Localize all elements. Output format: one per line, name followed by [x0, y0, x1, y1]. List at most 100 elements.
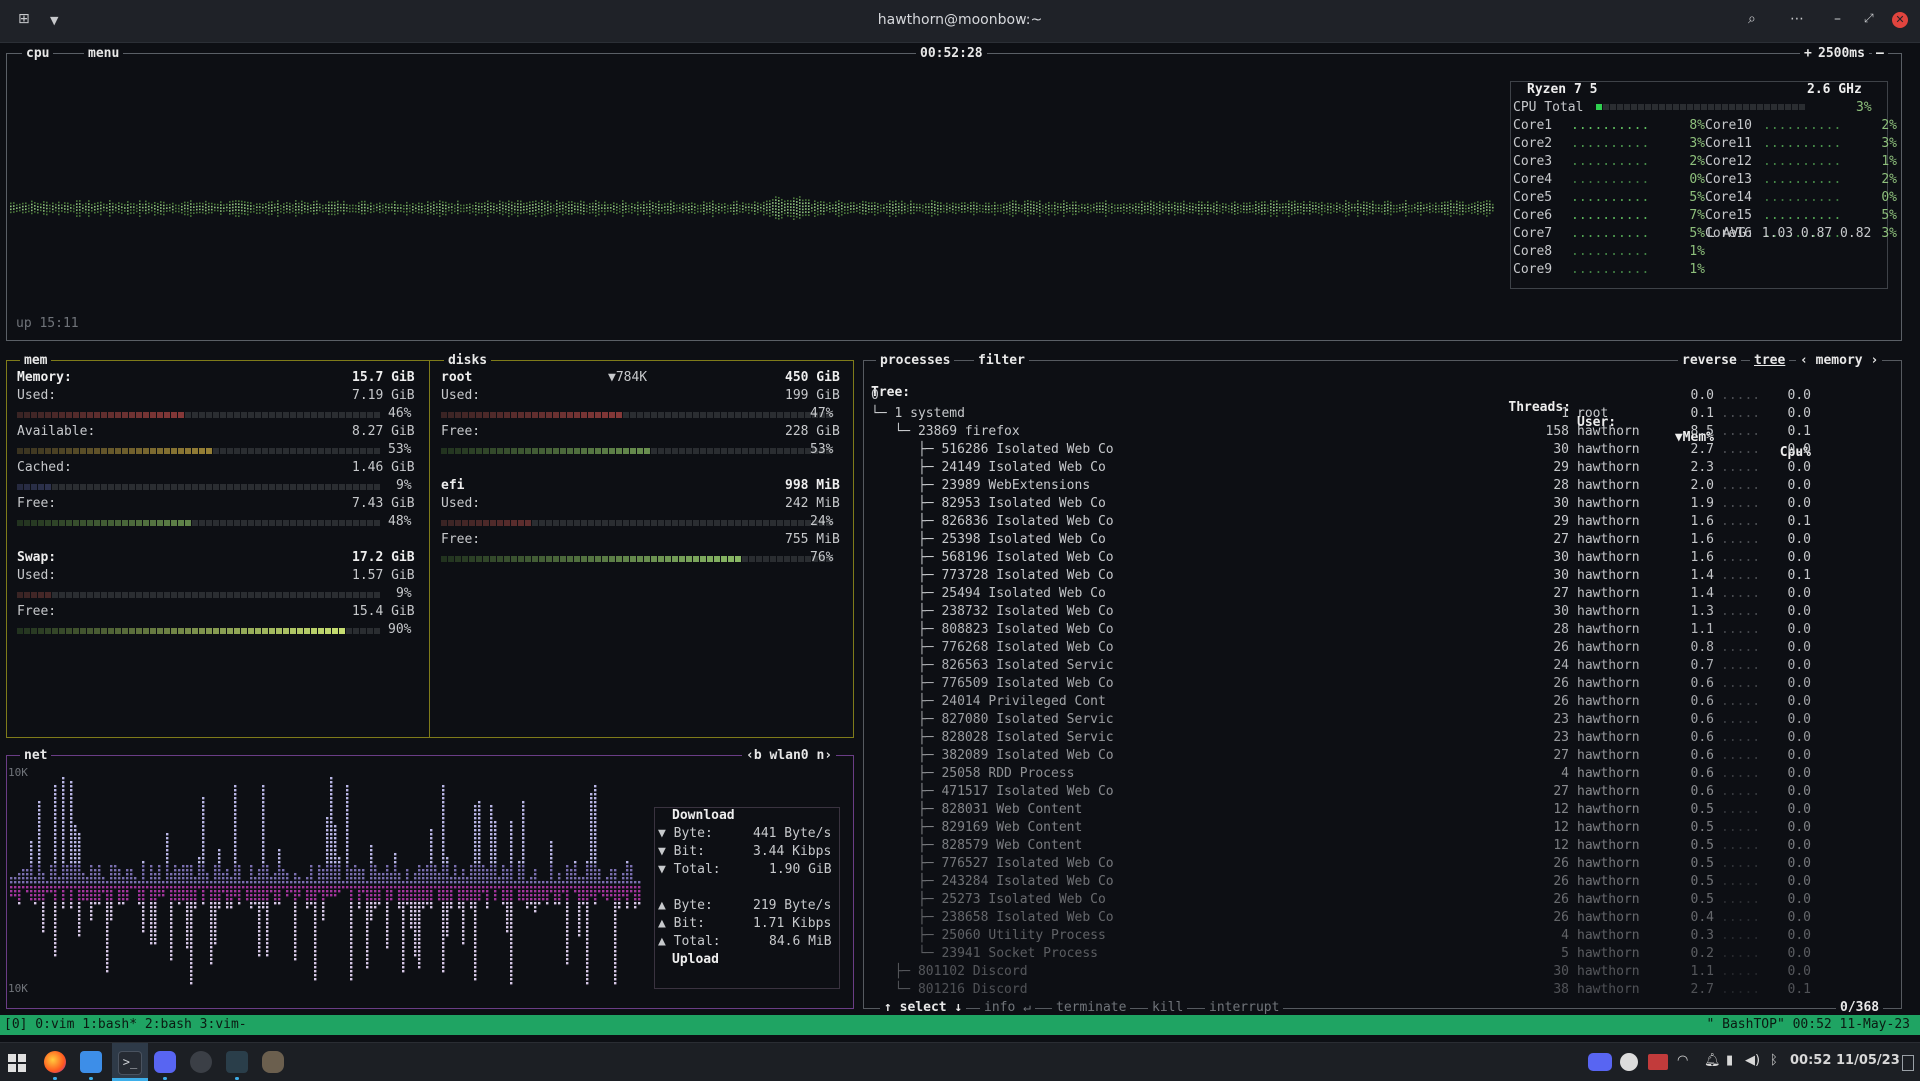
process-row[interactable]: ├─ 382089 Isolated Web Co27hawthorn0.6..…	[871, 748, 1891, 766]
process-row[interactable]: ├─ 776268 Isolated Web Co26hawthorn0.8..…	[871, 640, 1891, 658]
process-row[interactable]: ├─ 826563 Isolated Servic24hawthorn0.7..…	[871, 658, 1891, 676]
net-upload-dot	[390, 898, 392, 900]
cpu-graph-dot	[1012, 212, 1014, 214]
cpu-graph-dot	[928, 206, 930, 208]
process-row[interactable]: ├─ 568196 Isolated Web Co30hawthorn1.6..…	[871, 550, 1891, 568]
net-download-dot	[326, 837, 328, 839]
cpu-graph-dot	[1120, 210, 1122, 212]
net-upload-dot	[566, 958, 568, 960]
net-upload-dot	[422, 898, 424, 900]
cpu-graph-dot	[1003, 206, 1005, 208]
net-upload-dot	[386, 934, 388, 936]
net-upload-dot	[402, 950, 404, 952]
net-upload-dot	[190, 930, 192, 932]
cpu-graph-dot	[553, 208, 555, 210]
process-name: ├─ 826563 Isolated Servic	[871, 658, 1114, 673]
meter-cell	[45, 628, 51, 634]
net-upload-dot	[566, 946, 568, 948]
meter-cell	[24, 628, 30, 634]
meter-cell	[234, 484, 240, 490]
minimize-icon[interactable]: –	[1834, 11, 1841, 27]
more-options-icon[interactable]: ⋯	[1790, 11, 1804, 27]
reverse-toggle[interactable]: reverse	[1678, 353, 1741, 368]
process-row[interactable]: ├─ 827080 Isolated Servic23hawthorn0.6..…	[871, 712, 1891, 730]
cpu-graph-dot	[232, 204, 234, 206]
cpu-graph-dot	[694, 206, 696, 208]
menu-button[interactable]: menu	[84, 46, 123, 61]
net-upload-dot	[542, 894, 544, 896]
meter-cell	[325, 484, 331, 490]
cpu-graph-dot	[1282, 203, 1284, 205]
net-upload-dot	[386, 938, 388, 940]
cpu-graph-dot	[391, 207, 393, 209]
net-upload-dot	[190, 966, 192, 968]
cpu-graph-dot	[316, 201, 318, 203]
process-mem: 1.6	[1674, 514, 1714, 529]
net-download-dot	[442, 793, 444, 795]
meter-cell	[476, 556, 482, 562]
process-row[interactable]: ├─ 25494 Isolated Web Co27hawthorn1.4...…	[871, 586, 1891, 604]
process-row[interactable]: └─ 23869 firefox158hawthorn8.5.....0.1	[871, 424, 1891, 442]
cpu-graph-dot	[535, 203, 537, 205]
net-interface-selector[interactable]: ‹b wlan0 n›	[742, 748, 836, 763]
cpu-graph-dot	[778, 200, 780, 202]
filter-button[interactable]: filter	[974, 353, 1029, 368]
net-download-dot	[54, 829, 56, 831]
cpu-graph-dot	[1150, 204, 1152, 206]
disk-root-used-meter	[441, 411, 832, 420]
cpu-graph-dot	[277, 200, 279, 202]
swap-free-value: 15.4 GiB	[352, 604, 415, 618]
cpu-graph-dot	[1315, 205, 1317, 207]
net-download-dot	[234, 849, 236, 851]
cpu-graph-dot	[877, 209, 879, 211]
process-row[interactable]: └─ 1 systemd1root0.1.....0.0	[871, 406, 1891, 424]
cpu-graph-dot	[1069, 207, 1071, 209]
process-mem: 0.6	[1674, 766, 1714, 781]
meter-cell	[129, 628, 135, 634]
process-row[interactable]: ├─ 23989 WebExtensions28hawthorn2.0.....…	[871, 478, 1891, 496]
process-row[interactable]: ├─ 24149 Isolated Web Co29hawthorn2.3...…	[871, 460, 1891, 478]
net-upload-dot	[10, 894, 12, 896]
net-upload-dot	[366, 894, 368, 896]
search-icon[interactable]: ⌕	[1748, 11, 1756, 27]
process-row[interactable]: ├─ 24014 Privileged Cont26hawthorn0.6...…	[871, 694, 1891, 712]
process-row[interactable]: ├─ 82953 Isolated Web Co30hawthorn1.9...…	[871, 496, 1891, 514]
cpu-graph-dot	[1207, 213, 1209, 215]
cpu-graph-dot	[1213, 203, 1215, 205]
net-upload-dot	[334, 890, 336, 892]
process-row[interactable]: ├─ 808823 Isolated Web Co28hawthorn1.1..…	[871, 622, 1891, 640]
cpu-graph-dot	[1117, 207, 1119, 209]
process-row[interactable]: 00.0.....0.0	[871, 388, 1891, 406]
process-row[interactable]: ├─ 471517 Isolated Web Co27hawthorn0.6..…	[871, 784, 1891, 802]
net-download-dot	[610, 869, 612, 871]
net-upload-dot	[586, 930, 588, 932]
process-row[interactable]: ├─ 25398 Isolated Web Co27hawthorn1.6...…	[871, 532, 1891, 550]
net-download-dot	[106, 881, 108, 883]
restore-icon[interactable]: ⤢	[1864, 11, 1874, 26]
cpu-graph-dot	[793, 200, 795, 202]
process-row[interactable]: ├─ 773728 Isolated Web Co30hawthorn1.4..…	[871, 568, 1891, 586]
cpu-graph-dot	[190, 203, 192, 205]
process-row[interactable]: ├─ 238732 Isolated Web Co30hawthorn1.3..…	[871, 604, 1891, 622]
interval-increase-button[interactable]: –	[1872, 46, 1888, 61]
process-row[interactable]: ├─ 826836 Isolated Web Co29hawthorn1.6..…	[871, 514, 1891, 532]
cpu-graph-dot	[802, 215, 804, 217]
process-row[interactable]: ├─ 828028 Isolated Servic23hawthorn0.6..…	[871, 730, 1891, 748]
net-download-dot	[218, 849, 220, 851]
sort-selector[interactable]: ‹ memory ›	[1796, 353, 1882, 368]
net-download-dot	[262, 853, 264, 855]
net-upload-dot	[14, 886, 16, 888]
cpu-graph-dot	[31, 201, 33, 203]
process-row[interactable]: ├─ 516286 Isolated Web Co30hawthorn2.7..…	[871, 442, 1891, 460]
cpu-graph-dot	[1360, 204, 1362, 206]
cpu-graph-dot	[802, 200, 804, 202]
net-download-dot	[362, 869, 364, 871]
process-row[interactable]: ├─ 25058 RDD Process4hawthorn0.6.....0.0	[871, 766, 1891, 784]
close-icon[interactable]: ✕	[1892, 12, 1908, 28]
tree-toggle[interactable]: tree	[1750, 353, 1789, 368]
net-download-dot	[478, 845, 480, 847]
update-interval[interactable]: 2500ms	[1814, 46, 1869, 61]
process-row[interactable]: ├─ 776509 Isolated Web Co26hawthorn0.6..…	[871, 676, 1891, 694]
meter-cell	[52, 412, 58, 418]
meter-cell	[59, 520, 65, 526]
